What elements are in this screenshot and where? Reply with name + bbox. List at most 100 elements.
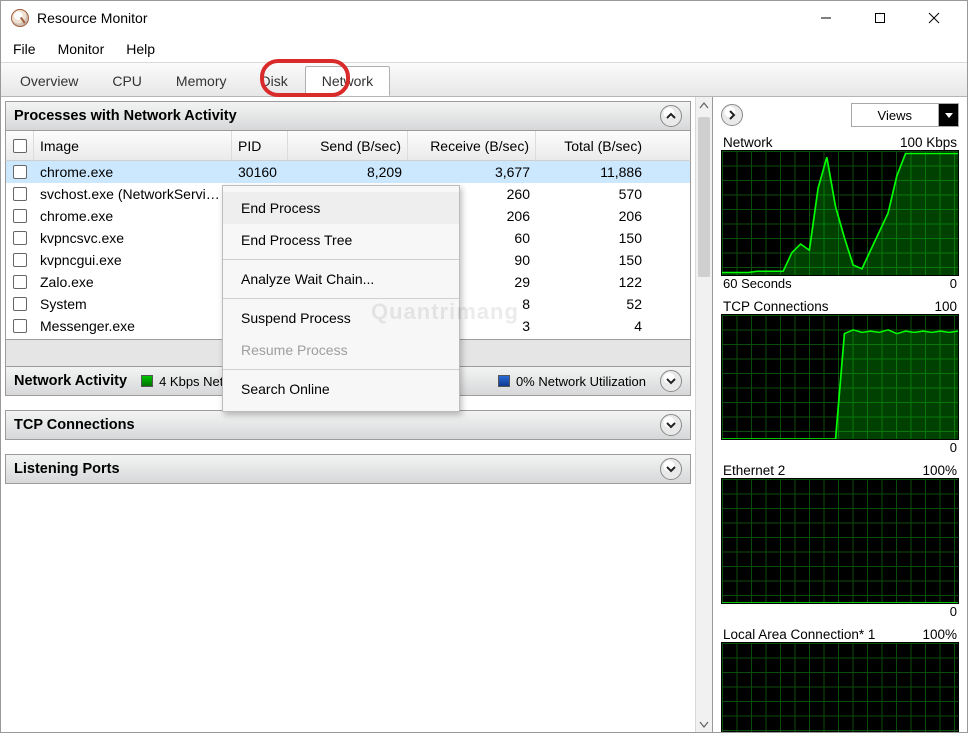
chart-canvas <box>721 150 959 276</box>
menu-file[interactable]: File <box>3 39 46 59</box>
chart-scale: 100% <box>922 463 957 478</box>
chart-canvas <box>721 314 959 440</box>
maximize-button[interactable] <box>857 3 903 33</box>
left-column: Processes with Network Activity Image PI… <box>1 97 713 732</box>
row-checkbox[interactable] <box>13 231 27 245</box>
context-menu-item[interactable]: Suspend Process <box>223 302 459 334</box>
content: Processes with Network Activity Image PI… <box>1 97 967 732</box>
header-checkbox[interactable] <box>13 139 27 153</box>
chart-canvas <box>721 642 959 732</box>
cell-image: svchost.exe (NetworkService -p <box>34 186 232 202</box>
col-recv[interactable]: Receive (B/sec) <box>408 131 536 160</box>
expand-button[interactable] <box>660 458 682 480</box>
panel-title: Network Activity <box>14 373 127 389</box>
cell-total: 4 <box>536 318 648 334</box>
menubar: File Monitor Help <box>1 35 967 63</box>
chart-block: Local Area Connection* 1 100% <box>721 625 959 732</box>
context-menu-item[interactable]: End Process <box>223 192 459 224</box>
table-header: Image PID Send (B/sec) Receive (B/sec) T… <box>5 131 691 161</box>
row-checkbox[interactable] <box>13 297 27 311</box>
scroll-thumb[interactable] <box>698 117 710 277</box>
tab-memory[interactable]: Memory <box>159 66 244 96</box>
cell-total: 122 <box>536 274 648 290</box>
cell-send: 8,209 <box>288 164 408 180</box>
views-dropdown[interactable]: Views <box>851 103 959 127</box>
cell-total: 52 <box>536 296 648 312</box>
tab-overview[interactable]: Overview <box>3 66 95 96</box>
row-checkbox[interactable] <box>13 187 27 201</box>
row-checkbox[interactable] <box>13 165 27 179</box>
tab-network[interactable]: Network <box>305 66 390 96</box>
cell-image: System <box>34 296 232 312</box>
titlebar: Resource Monitor <box>1 1 967 35</box>
chart-foot-right: 0 <box>950 276 957 291</box>
cell-image: Messenger.exe <box>34 318 232 334</box>
cell-recv: 3,677 <box>408 164 536 180</box>
cell-pid: 30160 <box>232 164 288 180</box>
row-checkbox[interactable] <box>13 319 27 333</box>
col-pid[interactable]: PID <box>232 131 288 160</box>
chart-scale: 100% <box>922 627 957 642</box>
cell-image: kvpncgui.exe <box>34 252 232 268</box>
chart-title: Network <box>723 135 773 150</box>
tabstrip: Overview CPU Memory Disk Network <box>1 63 967 97</box>
cell-image: chrome.exe <box>34 164 232 180</box>
panel-title: Listening Ports <box>14 461 120 477</box>
menu-help[interactable]: Help <box>116 39 165 59</box>
cell-total: 150 <box>536 252 648 268</box>
chart-block: Ethernet 2 100% 0 <box>721 461 959 621</box>
chart-scale: 100 <box>934 299 957 314</box>
square-green-icon <box>141 375 153 387</box>
right-collapse-button[interactable] <box>721 104 743 126</box>
chart-block: Network 100 Kbps 60 Seconds 0 <box>721 133 959 293</box>
panel-header-tcp[interactable]: TCP Connections <box>5 410 691 440</box>
cell-total: 206 <box>536 208 648 224</box>
chart-foot-left: 60 Seconds <box>723 276 792 291</box>
panel-title: TCP Connections <box>14 417 135 433</box>
chart-list: Network 100 Kbps 60 Seconds 0 TCP Connection… <box>721 133 959 732</box>
app-icon <box>11 9 29 27</box>
col-image[interactable]: Image <box>34 131 232 160</box>
scroll-down-icon[interactable] <box>696 715 712 732</box>
row-checkbox[interactable] <box>13 209 27 223</box>
chart-block: TCP Connections1000 <box>721 297 959 457</box>
cell-total: 150 <box>536 230 648 246</box>
app-title: Resource Monitor <box>37 10 795 26</box>
cell-image: kvpncsvc.exe <box>34 230 232 246</box>
panel-header-listening[interactable]: Listening Ports <box>5 454 691 484</box>
views-label: Views <box>852 108 938 123</box>
tab-cpu[interactable]: CPU <box>95 66 159 96</box>
col-send[interactable]: Send (B/sec) <box>288 131 408 160</box>
cell-total: 11,886 <box>536 164 648 180</box>
close-button[interactable] <box>911 3 957 33</box>
chart-title: Local Area Connection* 1 <box>723 627 875 642</box>
cell-image: chrome.exe <box>34 208 232 224</box>
chart-foot-right: 0 <box>950 604 957 619</box>
expand-button[interactable] <box>660 370 682 392</box>
vertical-scrollbar[interactable] <box>695 97 712 732</box>
panel-title: Processes with Network Activity <box>14 108 237 124</box>
scroll-up-icon[interactable] <box>696 97 712 114</box>
cell-image: Zalo.exe <box>34 274 232 290</box>
right-column: Views Network 100 Kbps 60 Seconds 0 TCP Conn… <box>713 97 967 732</box>
col-total[interactable]: Total (B/sec) <box>536 131 648 160</box>
context-menu: End ProcessEnd Process Tree Analyze Wait … <box>222 185 460 412</box>
panel-header-processes[interactable]: Processes with Network Activity <box>5 101 691 131</box>
chevron-down-icon[interactable] <box>938 104 958 126</box>
minimize-button[interactable] <box>803 3 849 33</box>
square-blue-icon <box>498 375 510 387</box>
row-checkbox[interactable] <box>13 275 27 289</box>
cell-total: 570 <box>536 186 648 202</box>
chart-scale: 100 Kbps <box>900 135 957 150</box>
context-menu-item[interactable]: Analyze Wait Chain... <box>223 263 459 295</box>
indicator-network-util: 0% Network Utilization <box>498 374 646 389</box>
tab-disk[interactable]: Disk <box>243 66 304 96</box>
context-menu-item[interactable]: Search Online <box>223 373 459 405</box>
expand-button[interactable] <box>660 414 682 436</box>
table-row[interactable]: chrome.exe301608,2093,67711,886 <box>6 161 690 183</box>
context-menu-item[interactable]: End Process Tree <box>223 224 459 256</box>
row-checkbox[interactable] <box>13 253 27 267</box>
collapse-button[interactable] <box>660 105 682 127</box>
chart-title: Ethernet 2 <box>723 463 785 478</box>
menu-monitor[interactable]: Monitor <box>48 39 115 59</box>
